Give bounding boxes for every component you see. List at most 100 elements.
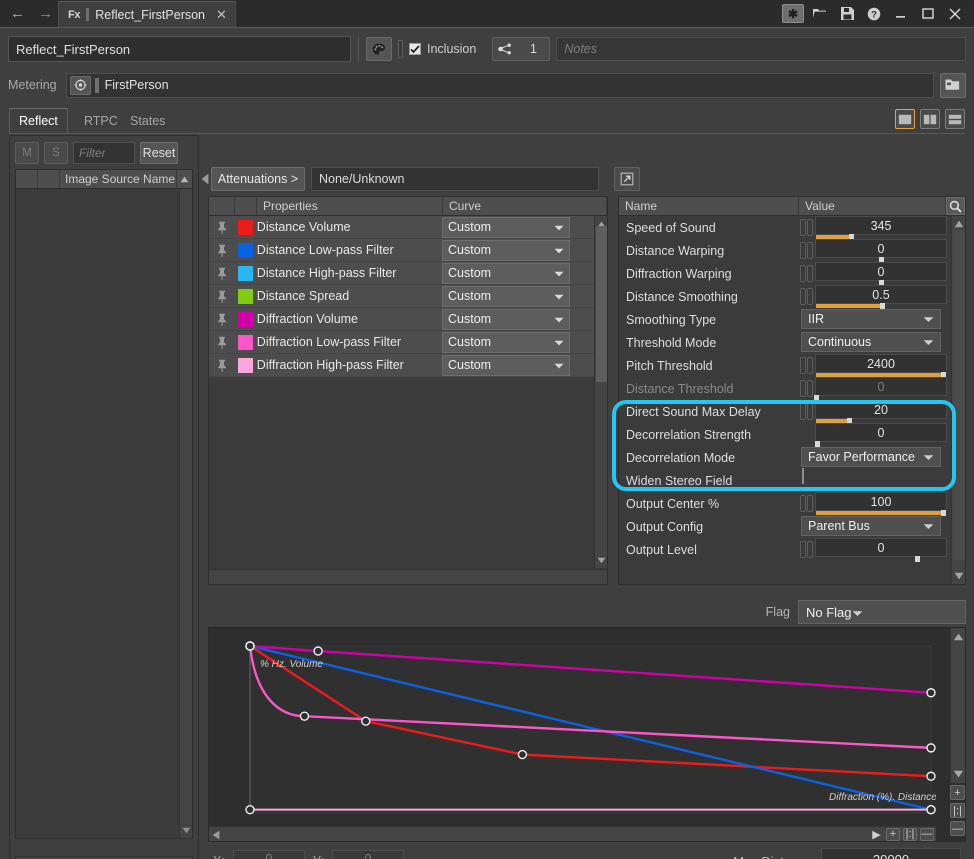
- rtpc-indicators[interactable]: [799, 216, 815, 239]
- graph-play-icon[interactable]: ▶: [870, 828, 883, 841]
- curve-color-swatch[interactable]: [235, 331, 257, 353]
- property-slider[interactable]: 0: [815, 239, 947, 263]
- graph-hzoom-fit-button[interactable]: |:|: [903, 827, 917, 841]
- property-row[interactable]: Decorrelation Strength 0: [619, 423, 951, 447]
- property-slider[interactable]: 20: [815, 400, 947, 424]
- curve-table-row[interactable]: Distance Low-pass Filter Custom: [209, 239, 594, 262]
- maximize-icon[interactable]: [917, 4, 939, 23]
- graph-horizontal-scrollbar[interactable]: ▶ + |:| —: [209, 826, 936, 841]
- graph-zoom-in-button[interactable]: +: [950, 785, 965, 800]
- graph-zoom-fit-button[interactable]: |:|: [950, 803, 965, 818]
- property-row[interactable]: Threshold Mode Continuous: [619, 331, 951, 354]
- col-image-source-name[interactable]: Image Source Name: [60, 170, 177, 188]
- color-palette-icon[interactable]: [366, 37, 392, 61]
- search-icon[interactable]: [946, 197, 965, 215]
- property-row[interactable]: Direct Sound Max Delay 20: [619, 400, 951, 424]
- y-field[interactable]: 0: [331, 850, 404, 859]
- graph-hzoom-in-button[interactable]: +: [886, 827, 900, 841]
- property-slider[interactable]: 0.5: [815, 285, 947, 309]
- mute-button[interactable]: M: [15, 142, 39, 164]
- curve-color-swatch[interactable]: [235, 216, 257, 238]
- curve-table-row[interactable]: Diffraction Low-pass Filter Custom: [209, 331, 594, 354]
- property-dropdown-cell[interactable]: Continuous: [799, 331, 947, 354]
- curve-type-dropdown[interactable]: Custom: [442, 331, 570, 353]
- curve-scroll-thumb[interactable]: [596, 226, 607, 382]
- graph-hzoom-out-button[interactable]: —: [920, 827, 934, 841]
- help-icon[interactable]: ?: [863, 4, 885, 23]
- tab-states[interactable]: States: [121, 108, 174, 133]
- open-folder-icon[interactable]: [809, 4, 831, 23]
- curve-table-row[interactable]: Diffraction Volume Custom: [209, 308, 594, 331]
- curve-color-swatch[interactable]: [235, 354, 257, 376]
- curve-table-vertical-scrollbar[interactable]: [594, 216, 607, 568]
- object-name-input[interactable]: Reflect_FirstPerson: [8, 36, 351, 62]
- property-row[interactable]: Distance Threshold 0: [619, 377, 951, 401]
- rtpc-indicators[interactable]: [799, 492, 815, 515]
- property-dropdown[interactable]: IIR: [801, 309, 941, 329]
- property-dropdown[interactable]: Favor Performance: [801, 447, 941, 467]
- pin-icon[interactable]: [209, 354, 235, 376]
- curve-color-swatch[interactable]: [235, 262, 257, 284]
- solo-button[interactable]: S: [44, 142, 68, 164]
- property-slider[interactable]: 0: [815, 262, 947, 286]
- graph-scroll-left-icon[interactable]: [212, 829, 220, 843]
- shareset-count-button[interactable]: 1: [492, 37, 551, 61]
- pin-icon[interactable]: [209, 308, 235, 330]
- pin-icon[interactable]: [209, 239, 235, 261]
- property-row[interactable]: Smoothing Type IIR: [619, 308, 951, 331]
- curve-table-horizontal-scrollbar[interactable]: [209, 569, 607, 584]
- property-checkbox-cell[interactable]: [799, 468, 947, 492]
- metering-field[interactable]: FirstPerson: [65, 72, 934, 98]
- curve-table-row[interactable]: Distance Spread Custom: [209, 285, 594, 308]
- curve-table-row[interactable]: Distance Volume Custom: [209, 216, 594, 239]
- col-properties[interactable]: Properties: [257, 197, 443, 215]
- property-vertical-scrollbar[interactable]: [951, 216, 965, 584]
- property-row[interactable]: Speed of Sound 345: [619, 216, 951, 240]
- pin-icon[interactable]: [209, 262, 235, 284]
- property-row[interactable]: Output Config Parent Bus: [619, 515, 951, 538]
- property-row[interactable]: Output Level 0: [619, 538, 951, 562]
- property-scroll-thumb[interactable]: [953, 230, 965, 560]
- property-slider[interactable]: 345: [815, 216, 947, 240]
- document-tab[interactable]: Fx Reflect_FirstPerson ✕: [58, 1, 236, 27]
- rtpc-indicators[interactable]: [799, 262, 815, 285]
- layout-single-button[interactable]: [895, 109, 915, 129]
- save-icon[interactable]: [836, 4, 858, 23]
- x-field[interactable]: 0: [232, 850, 305, 859]
- rtpc-indicators[interactable]: [799, 354, 815, 377]
- pin-icon[interactable]: [209, 331, 235, 353]
- image-source-list-body[interactable]: [16, 189, 179, 838]
- property-dropdown-cell[interactable]: Favor Performance: [799, 446, 947, 469]
- property-row[interactable]: Distance Smoothing 0.5: [619, 285, 951, 309]
- layout-split-horizontal-button[interactable]: [945, 109, 965, 129]
- curve-type-dropdown[interactable]: Custom: [442, 308, 570, 330]
- pin-icon[interactable]: [209, 285, 235, 307]
- attenuation-value[interactable]: None/Unknown: [311, 167, 599, 191]
- pin-icon[interactable]: [209, 216, 235, 238]
- tab-reflect[interactable]: Reflect: [9, 108, 68, 133]
- rtpc-indicators[interactable]: [799, 377, 815, 400]
- curve-table-row[interactable]: Diffraction High-pass Filter Custom: [209, 354, 594, 377]
- image-source-vertical-scrollbar[interactable]: [179, 189, 192, 838]
- curve-color-swatch[interactable]: [235, 308, 257, 330]
- col-curve[interactable]: Curve: [443, 197, 607, 215]
- property-row[interactable]: Decorrelation Mode Favor Performance: [619, 446, 951, 469]
- rtpc-indicators[interactable]: [799, 400, 815, 423]
- max-distance-field[interactable]: 20000: [821, 848, 961, 859]
- graph-zoom-out-button[interactable]: —: [950, 821, 965, 836]
- rtpc-indicators[interactable]: [799, 285, 815, 308]
- property-slider[interactable]: 0: [814, 377, 947, 401]
- property-row[interactable]: Widen Stereo Field: [619, 468, 951, 492]
- graph-canvas[interactable]: % Hz. Volume Diffraction (%). Distance: [209, 628, 936, 827]
- curve-type-dropdown[interactable]: Custom: [442, 285, 570, 307]
- property-dropdown[interactable]: Parent Bus: [801, 516, 941, 536]
- layout-split-vertical-button[interactable]: [920, 109, 940, 129]
- forward-arrow-icon[interactable]: →: [38, 6, 53, 21]
- curve-type-dropdown[interactable]: Custom: [442, 262, 570, 284]
- property-slider[interactable]: 0: [815, 423, 947, 447]
- flag-dropdown[interactable]: No Flag: [798, 600, 966, 624]
- property-slider[interactable]: 100: [815, 492, 947, 516]
- inclusion-checkbox[interactable]: [409, 43, 421, 55]
- property-row[interactable]: Diffraction Warping 0: [619, 262, 951, 286]
- pin-icon[interactable]: ✱: [782, 4, 804, 23]
